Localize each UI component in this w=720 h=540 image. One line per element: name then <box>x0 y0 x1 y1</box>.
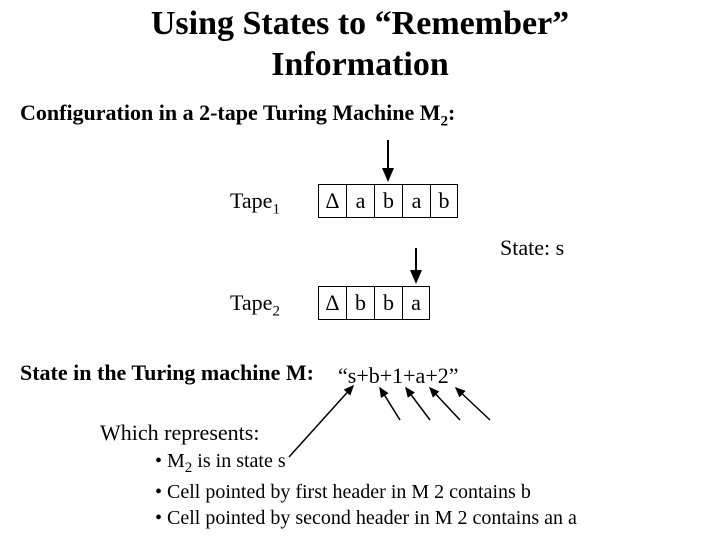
bullet1-prefix: • M <box>155 450 185 472</box>
tape1-cell: a <box>346 184 374 218</box>
arrow-to-1 <box>406 388 430 420</box>
title-line-1: Using States to “Remember” <box>151 5 569 42</box>
arrow-to-a <box>430 388 460 420</box>
tape1-cell: Δ <box>318 184 346 218</box>
tape2-row: Δ b b a <box>318 286 430 320</box>
subtitle-prefix: Configuration in a 2-tape Turing Machine… <box>20 100 440 125</box>
tape2-cell: a <box>402 286 430 320</box>
title-line-2: Information <box>271 46 449 83</box>
tape1-label-sub: 1 <box>272 201 280 217</box>
state-line-label: State in the Turing machine M: <box>20 360 314 386</box>
tape2-cell: Δ <box>318 286 346 320</box>
tape1-row: Δ a b a b <box>318 184 458 218</box>
state-s-label: State: s <box>500 235 564 261</box>
tape1-cell: a <box>402 184 430 218</box>
tape1-label: Tape1 <box>230 188 280 218</box>
tape2-label-prefix: Tape <box>230 290 272 315</box>
tape1-label-prefix: Tape <box>230 188 272 213</box>
slide: Using States to “Remember” Information C… <box>0 0 720 540</box>
tape1-cell: b <box>374 184 402 218</box>
tape2-label: Tape2 <box>230 290 280 320</box>
tape2-label-sub: 2 <box>272 303 280 319</box>
arrow-to-2 <box>456 388 490 420</box>
bullet-2: • Cell pointed by first header in M 2 co… <box>155 479 577 505</box>
represents-label: Which represents: <box>100 420 259 446</box>
tape2-cell: b <box>374 286 402 320</box>
slide-title: Using States to “Remember” Information <box>0 4 720 86</box>
tape2-cell: b <box>346 286 374 320</box>
arrow-to-s <box>289 386 353 457</box>
bullet-1: • M2 is in state s <box>155 448 577 479</box>
config-subtitle: Configuration in a 2-tape Turing Machine… <box>20 100 455 130</box>
subtitle-suffix: : <box>448 100 455 125</box>
bullet-list: • M2 is in state s • Cell pointed by fir… <box>155 448 577 531</box>
bullet1-suffix: is in state s <box>192 450 285 472</box>
subtitle-subscript: 2 <box>440 113 448 129</box>
tape1-cell: b <box>430 184 458 218</box>
bullet-3: • Cell pointed by second header in M 2 c… <box>155 505 577 531</box>
arrow-to-b <box>380 388 400 420</box>
state-string: “s+b+1+a+2” <box>338 363 458 389</box>
